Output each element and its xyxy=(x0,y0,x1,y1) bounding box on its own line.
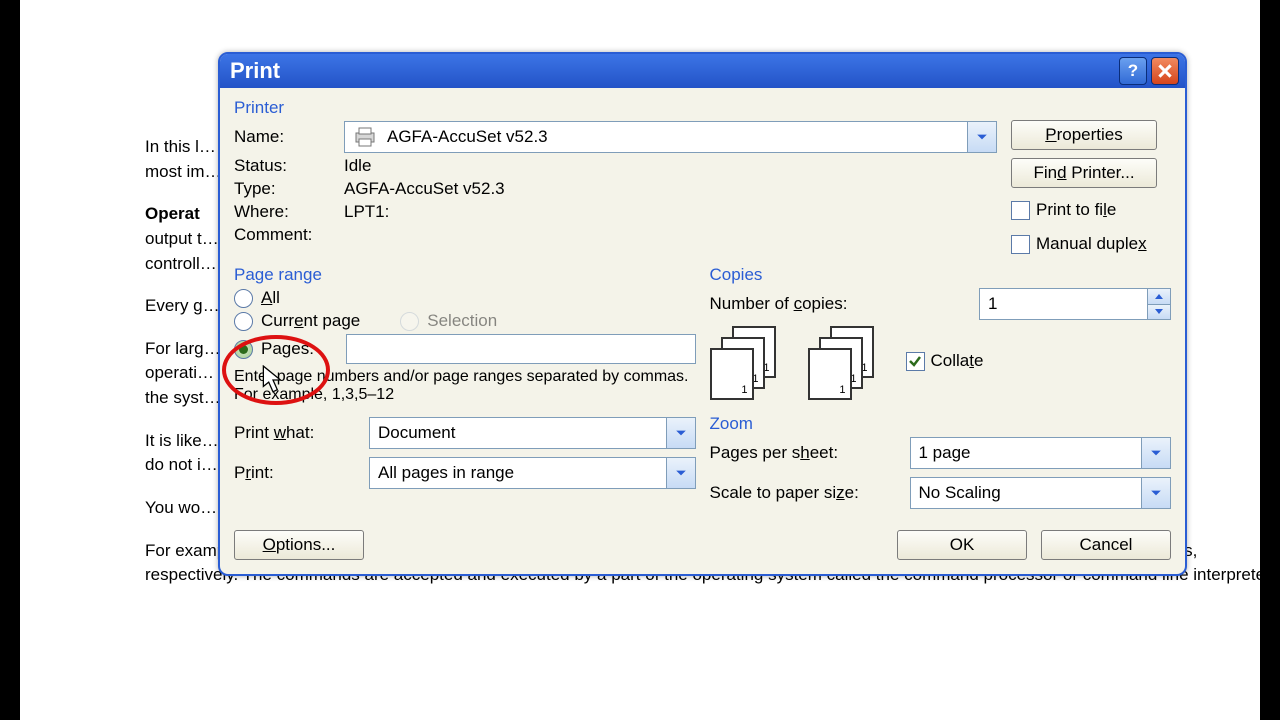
copies-label: Number of copies: xyxy=(710,294,980,314)
print-to-file-checkbox[interactable]: Print to file xyxy=(1011,200,1171,220)
type-label: Type: xyxy=(234,179,344,199)
properties-button[interactable]: PPropertiesroperties xyxy=(1011,120,1157,150)
chevron-down-icon xyxy=(1141,438,1170,468)
print-what-combo[interactable]: Document xyxy=(369,417,696,449)
help-button[interactable]: ? xyxy=(1119,57,1147,85)
manual-duplex-checkbox[interactable]: Manual duplex xyxy=(1011,234,1171,254)
zoom-legend: Zoom xyxy=(710,414,1172,434)
printer-name-combo[interactable]: AGFA-AccuSet v52.3 xyxy=(344,121,997,153)
radio-selection: Selection xyxy=(400,311,497,331)
ok-button[interactable]: OK xyxy=(897,530,1027,560)
where-value: LPT1: xyxy=(344,202,389,222)
printer-icon xyxy=(353,127,377,147)
name-label: Name: xyxy=(234,127,344,147)
type-value: AGFA-AccuSet v52.3 xyxy=(344,179,505,199)
where-label: Where: xyxy=(234,202,344,222)
copies-value: 1 xyxy=(980,289,1147,319)
chevron-down-icon xyxy=(666,458,695,488)
close-icon xyxy=(1158,64,1172,78)
collate-diagram: 1 1 1 xyxy=(710,326,788,396)
checkbox-icon xyxy=(1011,235,1030,254)
radio-icon xyxy=(234,289,253,308)
print-what-label: Print what: xyxy=(234,423,369,443)
copies-spinner[interactable]: 1 xyxy=(979,288,1171,320)
copies-legend: Copies xyxy=(710,265,1172,285)
radio-all[interactable]: All xyxy=(234,288,696,308)
collate-diagram: 1 1 1 xyxy=(808,326,886,396)
comment-label: Comment: xyxy=(234,225,344,245)
scale-label: Scale to paper size: xyxy=(710,483,910,503)
spinner-up[interactable] xyxy=(1148,289,1170,304)
pages-hint: Enter page numbers and/or page ranges se… xyxy=(234,368,696,404)
radio-icon xyxy=(400,312,419,331)
chevron-down-icon xyxy=(666,418,695,448)
options-button[interactable]: Options... xyxy=(234,530,364,560)
scale-combo[interactable]: No Scaling xyxy=(910,477,1172,509)
checkbox-icon xyxy=(1011,201,1030,220)
status-value: Idle xyxy=(344,156,371,176)
radio-pages[interactable]: Pages: xyxy=(234,339,346,359)
print-label: Print: xyxy=(234,463,369,483)
print-combo[interactable]: All pages in range xyxy=(369,457,696,489)
radio-icon xyxy=(234,340,253,359)
radio-current-page[interactable]: Current page xyxy=(234,311,360,331)
status-label: Status: xyxy=(234,156,344,176)
pages-per-sheet-label: Pages per sheet: xyxy=(710,443,910,463)
chevron-down-icon xyxy=(1141,478,1170,508)
titlebar[interactable]: Print ? xyxy=(220,54,1185,88)
collate-checkbox[interactable]: Collate xyxy=(906,351,984,371)
printer-legend: Printer xyxy=(234,98,997,118)
pages-input[interactable] xyxy=(346,334,696,364)
dialog-title: Print xyxy=(230,58,1115,84)
chevron-down-icon xyxy=(967,122,996,152)
close-button[interactable] xyxy=(1151,57,1179,85)
page-range-legend: Page range xyxy=(234,265,696,285)
find-printer-button[interactable]: Find Printer... xyxy=(1011,158,1157,188)
print-dialog: Print ? Printer Name: xyxy=(218,52,1187,576)
spinner-down[interactable] xyxy=(1148,304,1170,320)
pages-per-sheet-combo[interactable]: 1 page xyxy=(910,437,1172,469)
radio-icon xyxy=(234,312,253,331)
printer-name-value: AGFA-AccuSet v52.3 xyxy=(387,127,548,147)
cancel-button[interactable]: Cancel xyxy=(1041,530,1171,560)
checkbox-icon xyxy=(906,352,925,371)
